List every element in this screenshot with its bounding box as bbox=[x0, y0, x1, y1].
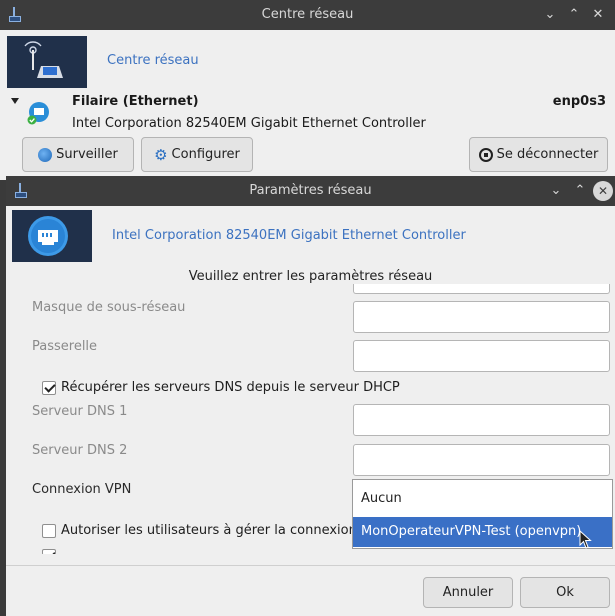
close-button[interactable]: ✕ bbox=[593, 181, 613, 201]
monitor-button-label: Surveiller bbox=[56, 147, 118, 162]
dns-dhcp-checkbox-label: Récupérer les serveurs DNS depuis le ser… bbox=[61, 380, 400, 395]
allow-users-checkbox-label: Autoriser les utilisateurs à gérer la co… bbox=[61, 523, 357, 538]
window-title: Centre réseau bbox=[261, 7, 354, 22]
netmask-input[interactable] bbox=[353, 301, 610, 333]
allow-users-checkbox[interactable] bbox=[42, 524, 56, 538]
dns-dhcp-checkbox[interactable] bbox=[42, 381, 56, 395]
monitor-button[interactable]: Surveiller bbox=[22, 137, 134, 172]
device-link[interactable]: Intel Corporation 82540EM Gigabit Ethern… bbox=[112, 228, 466, 243]
device-interface: enp0s3 bbox=[552, 94, 606, 109]
dns1-label: Serveur DNS 1 bbox=[32, 404, 128, 419]
ethernet-status-icon bbox=[27, 102, 49, 125]
network-settings-dialog: Paramètres réseau ⌄ ⌃ ✕ Intel Corporatio… bbox=[6, 176, 615, 616]
dialog-separator bbox=[6, 565, 615, 566]
ip-address-input[interactable] bbox=[353, 284, 610, 294]
dns1-input[interactable] bbox=[353, 404, 610, 436]
form-bottom-fade bbox=[26, 554, 356, 564]
dns2-input[interactable] bbox=[353, 444, 610, 476]
network-center-titlebar[interactable]: Centre réseau ⌄ ⌃ ✕ bbox=[0, 0, 615, 30]
dns2-label: Serveur DNS 2 bbox=[32, 443, 128, 458]
configure-button[interactable]: ⚙ Configurer bbox=[141, 137, 253, 172]
cancel-button-label: Annuler bbox=[442, 585, 494, 600]
disconnect-button[interactable]: Se déconnecter bbox=[469, 137, 608, 172]
vpn-option-openvpn[interactable]: MonOperateurVPN-Test (openvpn) bbox=[353, 517, 612, 547]
dialog-subtitle: Veuillez entrer les paramètres réseau bbox=[188, 269, 433, 284]
ethernet-port-icon bbox=[28, 216, 68, 256]
vpn-option-none[interactable]: Aucun bbox=[353, 480, 612, 517]
gear-icon: ⚙ bbox=[154, 145, 168, 164]
cancel-button[interactable]: Annuler bbox=[423, 577, 513, 608]
dialog-title: Paramètres réseau bbox=[249, 183, 372, 198]
maximize-button[interactable]: ⌃ bbox=[564, 5, 584, 25]
configure-button-label: Configurer bbox=[171, 147, 240, 162]
network-center-link[interactable]: Centre réseau bbox=[107, 53, 199, 68]
minimize-button[interactable]: ⌄ bbox=[546, 181, 566, 201]
antenna-laptop-icon bbox=[24, 41, 63, 78]
minimize-button[interactable]: ⌄ bbox=[540, 5, 560, 25]
ok-button[interactable]: Ok bbox=[520, 577, 610, 608]
dialog-titlebar[interactable]: Paramètres réseau ⌄ ⌃ ✕ bbox=[6, 176, 615, 206]
ok-button-label: Ok bbox=[556, 585, 574, 600]
gateway-label: Passerelle bbox=[32, 339, 98, 354]
vpn-dropdown-list[interactable]: Aucun MonOperateurVPN-Test (openvpn) bbox=[352, 479, 613, 549]
network-center-window: Centre réseau ⌄ ⌃ ✕ Centre réseau Filair… bbox=[0, 0, 615, 180]
close-button[interactable]: ✕ bbox=[588, 5, 608, 25]
expand-arrow-icon[interactable] bbox=[11, 98, 19, 104]
network-banner-image bbox=[7, 36, 87, 88]
mouse-cursor-icon bbox=[579, 530, 592, 549]
vpn-label: Connexion VPN bbox=[32, 482, 132, 497]
device-name: Filaire (Ethernet) bbox=[72, 94, 199, 109]
ethernet-banner-image bbox=[12, 210, 92, 262]
device-description: Intel Corporation 82540EM Gigabit Ethern… bbox=[72, 116, 426, 131]
monitor-icon bbox=[38, 147, 53, 162]
disconnect-button-label: Se déconnecter bbox=[496, 147, 599, 162]
netmask-label: Masque de sous-réseau bbox=[32, 300, 186, 315]
stop-icon bbox=[478, 147, 493, 162]
gateway-input[interactable] bbox=[353, 340, 610, 372]
maximize-button[interactable]: ⌃ bbox=[570, 181, 590, 201]
